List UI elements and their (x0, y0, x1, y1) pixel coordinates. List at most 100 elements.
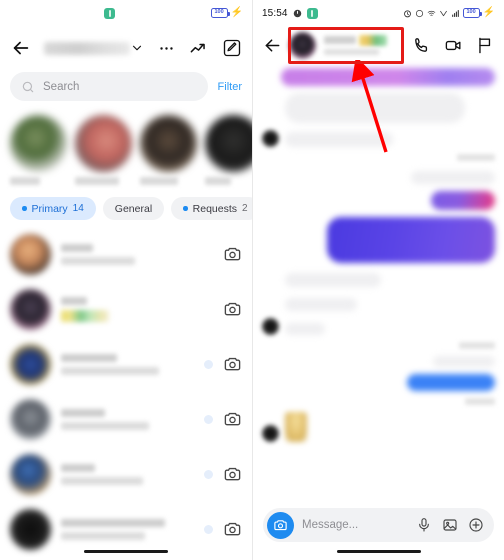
filter-link[interactable]: Filter (216, 81, 242, 93)
story-username (205, 177, 231, 185)
chat-preview (61, 477, 143, 485)
unread-indicator (204, 525, 213, 534)
story-avatar[interactable] (10, 115, 67, 172)
plus-icon[interactable] (468, 517, 484, 533)
inbox-header (0, 26, 252, 70)
power-icon (293, 9, 301, 17)
more-options-icon[interactable] (158, 40, 175, 57)
story-item[interactable] (75, 115, 132, 185)
avatar[interactable] (10, 344, 51, 385)
chat-name (61, 409, 105, 417)
account-name[interactable] (44, 41, 130, 55)
battery-icon: 100 (462, 8, 482, 18)
avatar[interactable] (262, 130, 279, 147)
chat-header-profile[interactable] (289, 31, 406, 59)
story-item[interactable] (10, 115, 67, 185)
stories-tray[interactable] (0, 109, 252, 193)
back-arrow-icon[interactable] (10, 37, 32, 59)
story-avatar[interactable] (75, 115, 132, 172)
sticker-message[interactable] (285, 412, 307, 442)
message-row (262, 398, 495, 405)
battery-level-text: 100 (214, 9, 224, 16)
video-call-icon[interactable] (444, 36, 463, 55)
chat-list-item[interactable] (0, 282, 252, 337)
message-bubble-received[interactable] (285, 298, 357, 311)
camera-icon[interactable] (223, 300, 242, 319)
chat-name (61, 464, 95, 472)
tab-requests[interactable]: Requests 2 (171, 197, 252, 220)
camera-icon[interactable] (223, 410, 242, 429)
story-username (140, 177, 178, 185)
compose-icon[interactable] (222, 38, 242, 58)
composer-bar[interactable]: Message... (263, 508, 494, 542)
unread-dot-icon (183, 206, 188, 211)
dual-screenshot-container: 100 ⚡ Search Filter Primary 14 General R… (0, 0, 504, 560)
tab-requests-label: Requests (192, 202, 238, 215)
avatar[interactable] (10, 454, 51, 495)
tab-general-label: General (114, 202, 153, 215)
message-bubble-sent[interactable] (411, 171, 495, 184)
message-input-placeholder[interactable]: Message... (302, 519, 408, 531)
avatar[interactable] (289, 31, 316, 59)
phone-call-icon[interactable] (412, 36, 431, 55)
story-username (10, 177, 40, 185)
chevron-down-icon[interactable] (130, 41, 144, 55)
story-item[interactable] (140, 115, 197, 185)
avatar[interactable] (10, 399, 51, 440)
message-bubble-received[interactable] (285, 323, 325, 335)
camera-icon[interactable] (223, 465, 242, 484)
image-gallery-icon[interactable] (442, 517, 458, 533)
message-bubble-sent[interactable] (431, 191, 495, 210)
back-arrow-icon[interactable] (262, 35, 283, 56)
flag-icon[interactable] (476, 36, 495, 55)
message-row (262, 412, 495, 442)
microphone-icon[interactable] (416, 517, 432, 533)
chat-list (0, 227, 252, 557)
chat-list-item[interactable] (0, 392, 252, 447)
story-avatar[interactable] (205, 115, 252, 172)
avatar[interactable] (10, 289, 51, 330)
green-app-badge-icon (306, 7, 318, 19)
message-bubble-sent[interactable] (407, 374, 495, 391)
message-bubble-sent[interactable] (433, 356, 495, 367)
unread-dot-icon (22, 206, 27, 211)
inbox-tabs: Primary 14 General Requests 2 (0, 193, 252, 227)
avatar[interactable] (10, 234, 51, 275)
tab-primary[interactable]: Primary 14 (10, 197, 96, 220)
story-avatar[interactable] (140, 115, 197, 172)
camera-icon[interactable] (223, 520, 242, 539)
tab-primary-count: 14 (72, 203, 84, 214)
message-row (262, 191, 495, 210)
status-time: 15:54 (262, 7, 288, 19)
battery-level-text: 100 (466, 9, 476, 16)
search-icon (21, 80, 35, 94)
message-bubble-received[interactable] (285, 273, 381, 287)
search-input[interactable]: Search (10, 72, 208, 101)
charging-bolt-icon: ⚡ (230, 7, 243, 18)
chat-list-item[interactable] (0, 447, 252, 502)
camera-icon[interactable] (267, 511, 294, 539)
unread-indicator (204, 360, 213, 369)
avatar[interactable] (262, 425, 279, 442)
story-item[interactable] (205, 115, 252, 185)
chat-list-item[interactable] (0, 227, 252, 282)
clock-icon (415, 9, 423, 17)
avatar[interactable] (262, 318, 279, 335)
trending-arrow-icon[interactable] (189, 39, 208, 58)
camera-icon[interactable] (223, 245, 242, 264)
avatar[interactable] (10, 509, 51, 550)
message-row (262, 171, 495, 184)
chat-preview (61, 310, 109, 322)
chat-preview (61, 422, 149, 430)
tab-general[interactable]: General (102, 197, 165, 220)
message-bubble-sent[interactable] (327, 217, 495, 263)
message-timestamp (457, 154, 495, 161)
avatar-spacer (262, 294, 279, 311)
chat-list-item[interactable] (0, 337, 252, 392)
camera-icon[interactable] (223, 355, 242, 374)
unread-indicator (204, 415, 213, 424)
home-indicator (336, 549, 421, 553)
message-row (262, 374, 495, 391)
contact-name (324, 36, 356, 45)
home-indicator (84, 549, 168, 553)
